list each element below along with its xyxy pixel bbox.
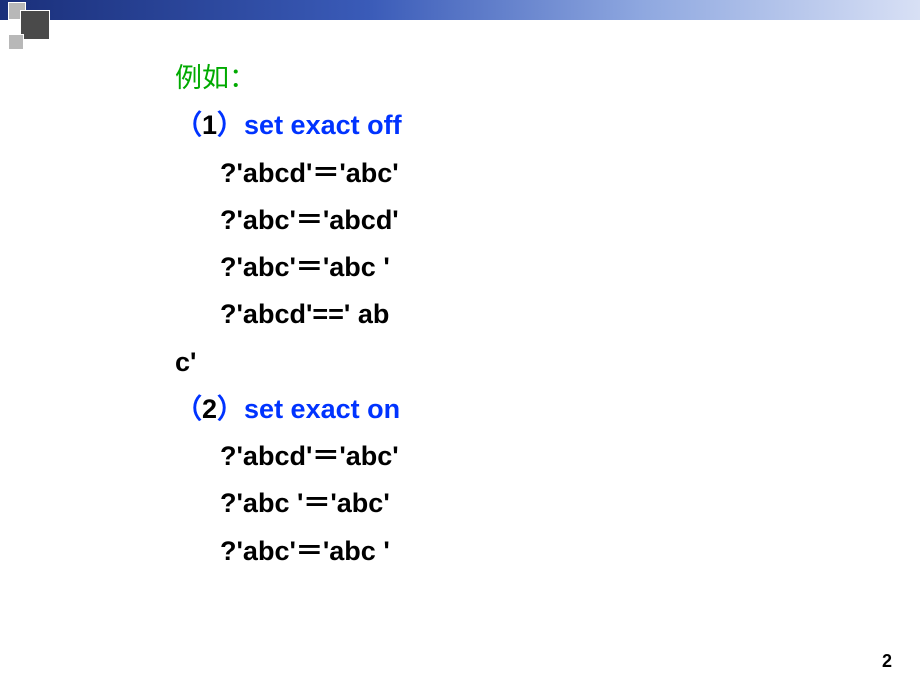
section-2-header: （2）set exact on <box>175 386 920 433</box>
code-line: ?'abcd'＝'abc' <box>175 433 920 480</box>
code-line: ?'abc'＝'abc ' <box>175 244 920 291</box>
command-text: set exact on <box>244 394 400 424</box>
code-line: ?'abc'＝'abc ' <box>175 528 920 575</box>
section-1-header: （1）set exact off <box>175 102 920 149</box>
header-gradient-bar <box>0 0 920 20</box>
code-line: ?'abcd'＝'abc' <box>175 150 920 197</box>
slide-content: 例如： （1）set exact off ?'abcd'＝'abc' ?'abc… <box>0 20 920 575</box>
code-line: ?'abc'＝'abcd' <box>175 197 920 244</box>
example-label: 例如： <box>175 55 920 102</box>
command-text: set exact off <box>244 110 402 140</box>
code-line-wrap: c' <box>175 339 920 386</box>
code-line: ?'abc '＝'abc' <box>175 480 920 527</box>
page-number: 2 <box>882 651 892 672</box>
code-line: ?'abcd'==' ab <box>175 291 920 338</box>
